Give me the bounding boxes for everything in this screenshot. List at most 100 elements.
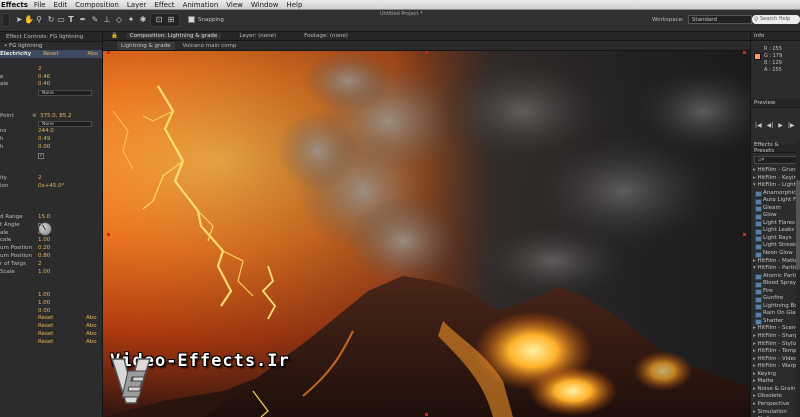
effects-item[interactable]: Light Leaks bbox=[751, 227, 800, 235]
tab-composition[interactable]: Composition: Lightning & grade bbox=[125, 33, 222, 39]
next-frame-button[interactable]: |▶ bbox=[788, 122, 795, 129]
param-value[interactable]: 1.00 bbox=[38, 269, 50, 277]
snapping-toggle[interactable]: Snapping bbox=[188, 16, 224, 23]
play-button[interactable]: ▶ bbox=[778, 122, 783, 129]
effects-category[interactable]: HitFilm - Sharpen bbox=[751, 333, 800, 341]
workspace-dropdown[interactable]: Standard bbox=[687, 15, 752, 24]
effects-category[interactable]: HitFilm - Scene bbox=[751, 325, 800, 333]
param-value[interactable]: 0.40 bbox=[38, 81, 50, 89]
clone-tool-icon[interactable]: ⊥ bbox=[102, 15, 112, 25]
effects-item[interactable]: Anamorphic Lens Flare bbox=[751, 190, 800, 198]
param-value[interactable]: 244.0 bbox=[38, 128, 54, 136]
param-value[interactable]: 1.00 bbox=[38, 300, 50, 308]
param-value[interactable]: 0x+45.0° bbox=[38, 183, 64, 191]
layer-handle-tr[interactable] bbox=[743, 51, 746, 54]
param-reset-link[interactable]: Reset bbox=[38, 339, 53, 347]
first-frame-button[interactable]: |◀ bbox=[755, 122, 762, 129]
param-dropdown[interactable]: None bbox=[38, 90, 92, 97]
effects-item[interactable]: Fire bbox=[751, 288, 800, 296]
selection-tool-icon[interactable]: ➤ bbox=[14, 15, 24, 25]
effects-category[interactable]: Matte bbox=[751, 378, 800, 386]
effects-item[interactable]: Atomic Particles bbox=[751, 273, 800, 281]
param-value[interactable]: 1.00 bbox=[38, 237, 50, 245]
hand-tool-icon[interactable]: ✋ bbox=[24, 15, 34, 25]
param-reset-link[interactable]: Reset bbox=[38, 331, 53, 339]
effects-item[interactable]: Neon Glow bbox=[751, 250, 800, 258]
axis-local-icon[interactable]: ⊡ bbox=[154, 15, 164, 25]
param-about-link[interactable]: Abo bbox=[86, 331, 97, 339]
effects-item[interactable]: Rain On Glass bbox=[751, 310, 800, 318]
effects-category[interactable]: HitFilm - Lights & Flares bbox=[751, 182, 800, 190]
tab-preview[interactable]: Preview bbox=[754, 100, 775, 106]
help-search-input[interactable]: ⚲ Search Help bbox=[752, 15, 800, 24]
tab-footage[interactable]: Footage: (none) bbox=[304, 33, 348, 39]
effects-item[interactable]: Glow bbox=[751, 212, 800, 220]
effects-item[interactable]: Shatter bbox=[751, 318, 800, 326]
layer-handle-mr[interactable] bbox=[743, 233, 746, 236]
text-tool-icon[interactable]: T bbox=[66, 15, 76, 25]
effect-about-link[interactable]: Abo bbox=[87, 51, 98, 57]
effects-search-input[interactable]: ρ▾ bbox=[754, 156, 797, 164]
effects-item[interactable]: Auto Light Flares bbox=[751, 197, 800, 205]
param-value[interactable]: 2 bbox=[38, 66, 42, 74]
param-dropdown[interactable]: None bbox=[38, 121, 92, 128]
effects-item[interactable]: Light Streaks bbox=[751, 242, 800, 250]
eraser-tool-icon[interactable]: ◇ bbox=[114, 15, 124, 25]
layer-handle-tc[interactable] bbox=[425, 51, 428, 54]
zoom-tool-icon[interactable]: ⚲ bbox=[34, 15, 44, 25]
param-value[interactable]: 1.00 bbox=[38, 292, 50, 300]
effect-controls-tab[interactable]: Effect Controls: FG lightning bbox=[0, 32, 102, 42]
param-value[interactable]: 2 bbox=[38, 261, 42, 269]
lock-icon[interactable]: 🔒 bbox=[111, 33, 118, 39]
effects-category[interactable]: Noise & Grain bbox=[751, 386, 800, 394]
effects-category[interactable]: Simulation bbox=[751, 409, 800, 417]
effects-item[interactable]: Gleam bbox=[751, 205, 800, 213]
effects-category[interactable]: HitFilm - Stylize bbox=[751, 341, 800, 349]
axis-world-icon[interactable]: ⊞ bbox=[166, 15, 176, 25]
effects-category[interactable]: HitFilm - Temporal bbox=[751, 348, 800, 356]
effects-item[interactable]: Light Rays bbox=[751, 235, 800, 243]
menu-file[interactable]: File bbox=[34, 1, 46, 9]
param-about-link[interactable]: Abo bbox=[86, 339, 97, 347]
breadcrumb-lightning-grade[interactable]: Lightning & grade bbox=[117, 41, 175, 50]
menu-view[interactable]: View bbox=[226, 1, 243, 9]
breadcrumb-volcano-main[interactable]: Volcano main comp bbox=[183, 43, 237, 49]
param-about-link[interactable]: Abo bbox=[86, 323, 97, 331]
effects-item[interactable]: Blood Spray bbox=[751, 280, 800, 288]
effects-item[interactable]: Gunfire bbox=[751, 295, 800, 303]
effects-category[interactable]: Obsolete bbox=[751, 393, 800, 401]
layer-handle-tl[interactable] bbox=[107, 51, 110, 54]
effects-category[interactable]: HitFilm - Grunge bbox=[751, 167, 800, 175]
layer-handle-bc[interactable] bbox=[425, 413, 428, 416]
param-value[interactable]: 0.80 bbox=[38, 253, 50, 261]
composition-viewer[interactable]: Video-Effects.Ir bbox=[103, 51, 750, 417]
param-value[interactable]: 0.00 bbox=[38, 308, 50, 316]
puppet-tool-icon[interactable]: ✱ bbox=[138, 15, 148, 25]
param-about-link[interactable]: Abo bbox=[86, 315, 97, 323]
rotate-tool-icon[interactable]: ↻ bbox=[46, 15, 56, 25]
param-checkbox[interactable]: ✓ bbox=[38, 152, 44, 159]
menu-edit[interactable]: Edit bbox=[54, 1, 68, 9]
scrollbar-thumb[interactable] bbox=[796, 180, 800, 270]
effects-scrollbar[interactable] bbox=[796, 140, 800, 417]
effects-category[interactable]: HitFilm - Keying bbox=[751, 175, 800, 183]
tab-info[interactable]: Info bbox=[754, 33, 764, 39]
snapping-checkbox[interactable] bbox=[188, 16, 195, 23]
menu-window[interactable]: Window bbox=[251, 1, 279, 9]
effect-header-electricity[interactable]: Electricity Reset Abo bbox=[0, 50, 102, 58]
effects-category[interactable]: HitFilm - Particles bbox=[751, 265, 800, 273]
effects-item[interactable]: Lightning Bolts bbox=[751, 303, 800, 311]
roto-tool-icon[interactable]: ✦ bbox=[126, 15, 136, 25]
param-point-value[interactable]: 375.0, 85.2 bbox=[32, 113, 71, 121]
menu-effect[interactable]: Effect bbox=[154, 1, 174, 9]
menu-help[interactable]: Help bbox=[286, 1, 302, 9]
menu-composition[interactable]: Composition bbox=[75, 1, 119, 9]
param-value[interactable]: 0.46 bbox=[38, 74, 50, 82]
rectangle-tool-icon[interactable]: ▭ bbox=[56, 15, 66, 25]
direction-angle-dial[interactable] bbox=[38, 222, 52, 236]
layer-handle-ml[interactable] bbox=[107, 233, 110, 236]
effects-category[interactable]: HitFilm - Video Clean-up bbox=[751, 356, 800, 364]
brush-tool-icon[interactable]: ✎ bbox=[90, 15, 100, 25]
param-value[interactable]: 0.49 bbox=[38, 136, 50, 144]
menu-animation[interactable]: Animation bbox=[183, 1, 219, 9]
